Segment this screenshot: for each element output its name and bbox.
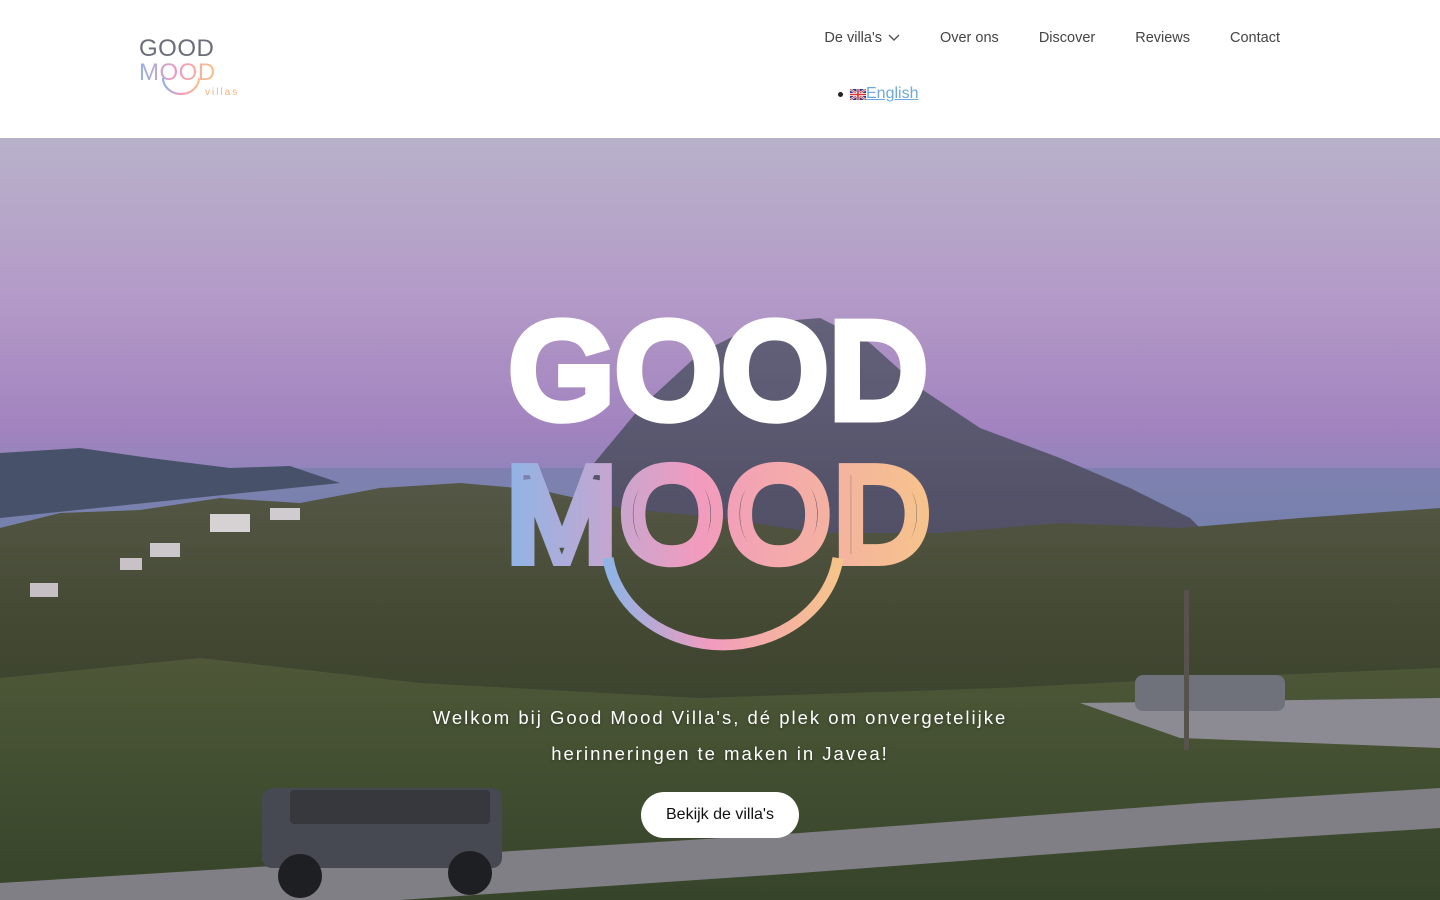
nav-item-villas-label: De villa's <box>824 30 882 46</box>
logo-good-text: GOOD <box>139 35 214 62</box>
hero-good-mood-logo: GOOD MOOD <box>501 308 935 651</box>
list-bullet <box>838 91 843 97</box>
hero-logo-mood-text: MOOD <box>507 441 934 588</box>
view-villas-button[interactable]: Bekijk de villa's <box>641 792 799 838</box>
site-header: GOOD MOOD villas De villa's Over ons Dis… <box>0 0 1440 138</box>
site-logo[interactable]: GOOD MOOD villas <box>138 34 244 102</box>
language-link-english[interactable]: English <box>866 85 918 103</box>
uk-flag-icon <box>850 88 866 100</box>
logo-subtext: villas <box>205 87 239 98</box>
hero-section: GOOD MOOD Welkom bij Good Mood Villa's, … <box>0 138 1440 900</box>
hero-tagline: Welkom bij Good Mood Villa's, dé plek om… <box>400 700 1040 772</box>
main-nav: De villa's Over ons Discover Reviews Con… <box>824 28 1280 48</box>
nav-item-villas[interactable]: De villa's <box>824 30 900 46</box>
logo-mood-text: MOOD <box>139 59 216 86</box>
nav-item-contact[interactable]: Contact <box>1230 30 1280 46</box>
chevron-down-icon <box>888 34 900 41</box>
good-mood-logo-icon: GOOD MOOD villas <box>139 35 239 98</box>
nav-item-discover[interactable]: Discover <box>1039 30 1095 46</box>
language-switcher: English <box>838 85 918 103</box>
hero-tagline-line1: Welkom bij Good Mood Villa's, dé plek om… <box>432 707 1008 728</box>
nav-item-reviews[interactable]: Reviews <box>1135 30 1190 46</box>
language-item: English <box>838 85 918 103</box>
nav-item-over-ons[interactable]: Over ons <box>940 30 999 46</box>
hero-tagline-line2: herinneringen te maken in Javea! <box>551 743 889 764</box>
hero-logo-good-text: GOOD <box>510 308 929 444</box>
